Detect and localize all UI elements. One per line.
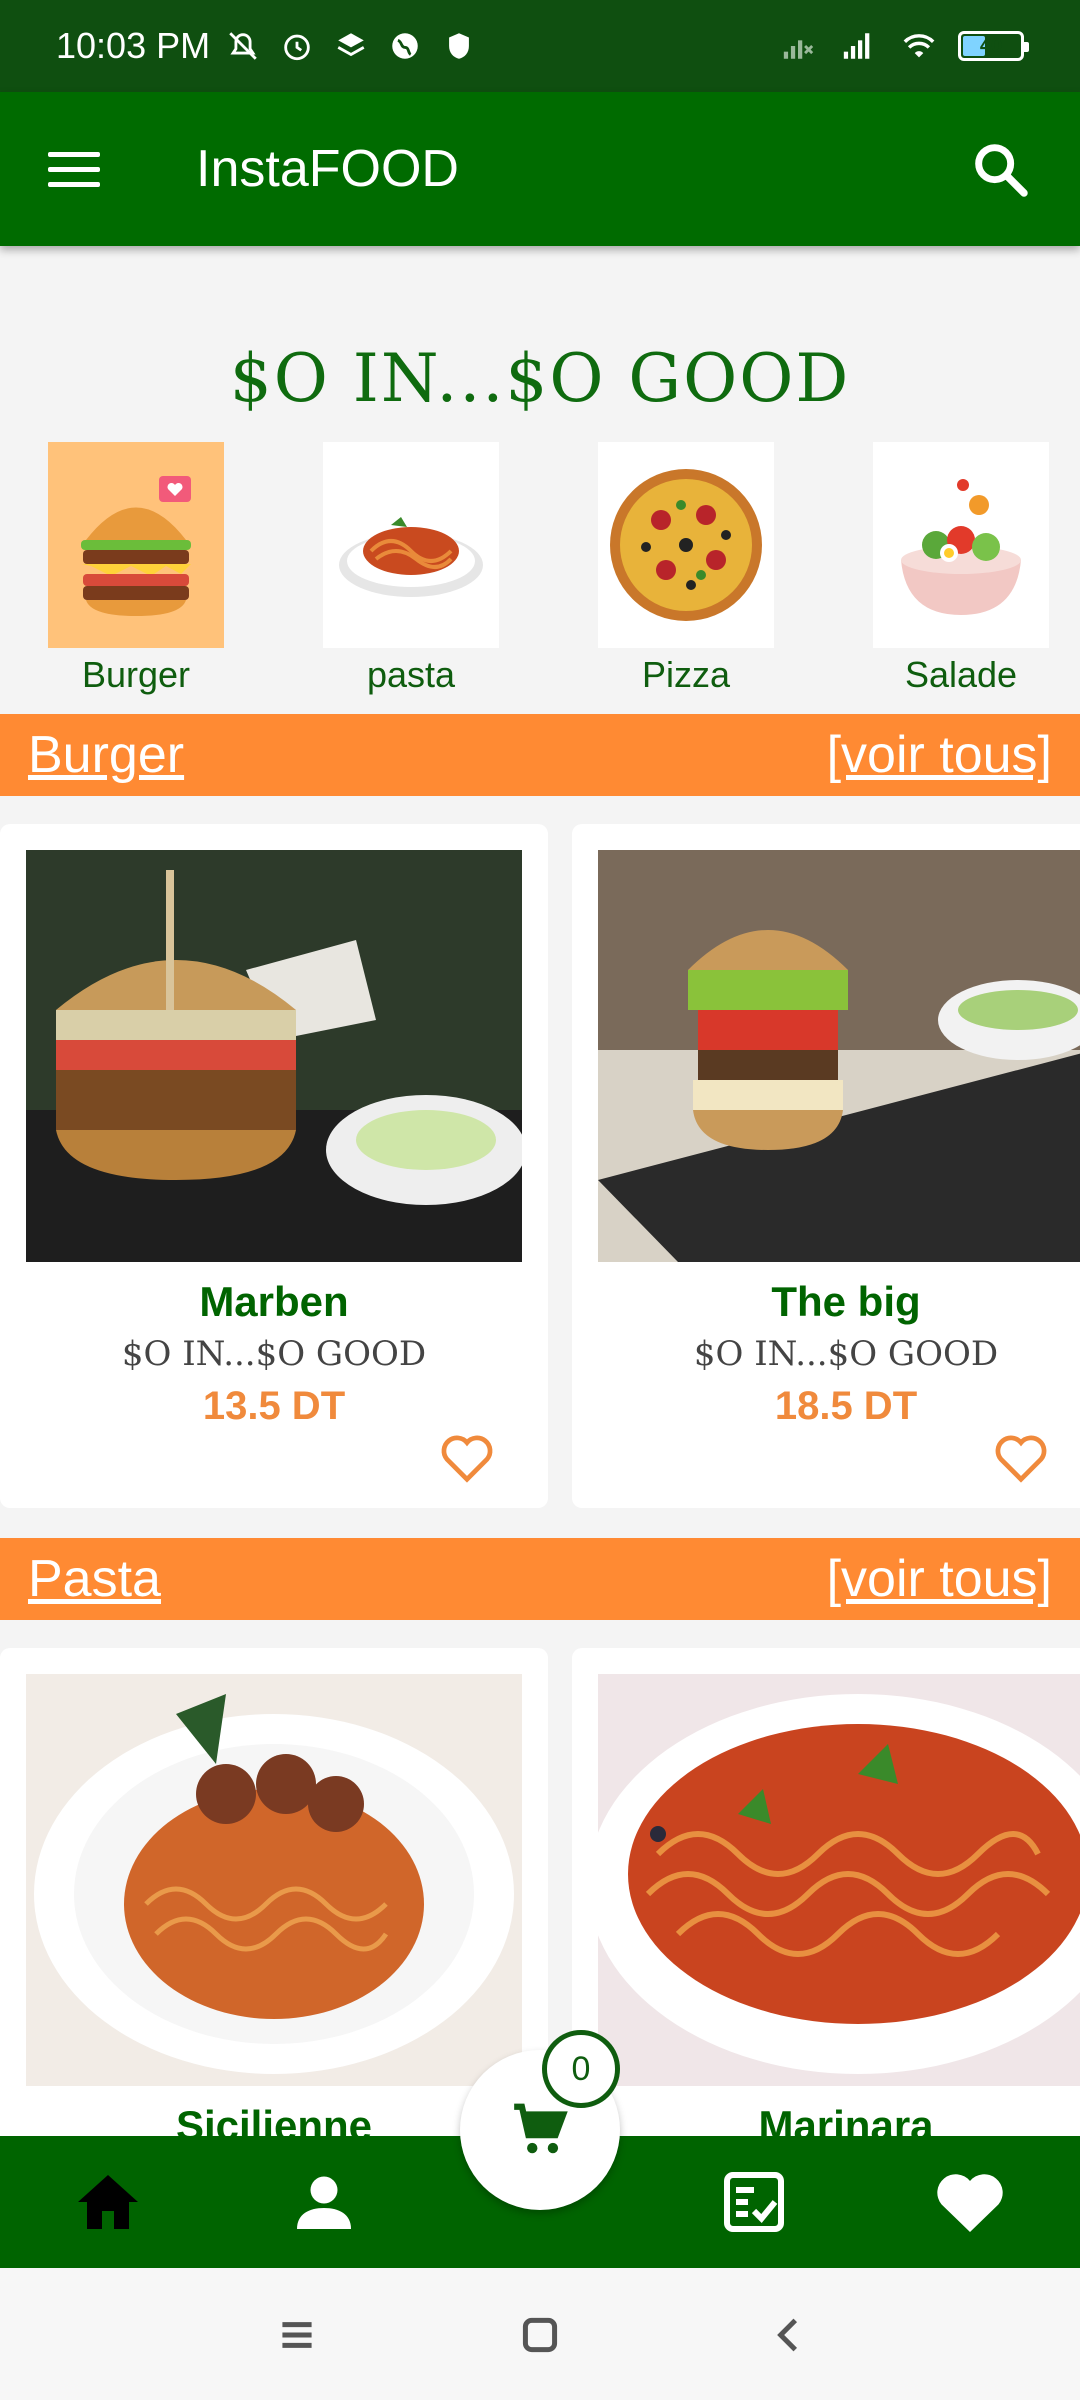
see-all-link[interactable]: [voir tous]	[827, 725, 1052, 785]
search-icon[interactable]	[968, 137, 1032, 201]
slogan: $O IN...$O GOOD	[229, 340, 851, 417]
product-tagline: $O IN...$O GOOD	[693, 1334, 999, 1374]
pizza-image	[598, 442, 774, 648]
product-name: The big	[771, 1278, 921, 1325]
category-label: Pizza	[641, 654, 731, 695]
burger-image	[48, 442, 224, 648]
category-pizza[interactable]: Pizza	[598, 442, 774, 696]
product-card[interactable]: Marben $O IN...$O GOOD 13.5 DT	[0, 824, 548, 1508]
category-label: Burger	[81, 654, 191, 695]
section-header-burger: Burger [voir tous]	[0, 714, 1080, 796]
checklist-icon[interactable]	[718, 2166, 790, 2238]
heart-icon[interactable]	[438, 1432, 496, 1484]
section-header-pasta: Pasta [voir tous]	[0, 1538, 1080, 1620]
cart-count-badge: 0	[542, 2030, 620, 2108]
see-all-link[interactable]: [voir tous]	[827, 1549, 1052, 1609]
product-tagline: $O IN...$O GOOD	[121, 1334, 427, 1374]
signal-icon	[843, 33, 870, 59]
category-salade[interactable]: Salade	[873, 442, 1049, 696]
product-photo	[598, 1674, 1080, 2086]
system-nav-bar	[0, 2268, 1080, 2400]
category-burger[interactable]: Burger	[48, 442, 224, 696]
cart-icon	[514, 2103, 568, 2154]
recent-apps-icon[interactable]	[272, 2310, 322, 2360]
product-card[interactable]: The big $O IN...$O GOOD 18.5 DT	[572, 824, 1080, 1508]
status-time: 10:03 PM	[56, 25, 211, 66]
product-photo	[26, 850, 522, 1262]
section-title[interactable]: Burger	[28, 725, 184, 785]
product-photo	[598, 850, 1080, 1262]
product-name: Marben	[199, 1278, 349, 1325]
layers-icon	[337, 33, 365, 57]
salade-image	[873, 442, 1049, 648]
section-title[interactable]: Pasta	[28, 1549, 161, 1609]
menu-icon[interactable]	[48, 139, 108, 199]
app-title: InstaFOOD	[196, 140, 459, 198]
home-square-icon[interactable]	[515, 2310, 565, 2360]
heart-icon[interactable]	[992, 1432, 1050, 1484]
product-photo	[26, 1674, 522, 2086]
pasta-image	[323, 442, 499, 648]
product-price: 18.5 DT	[774, 1384, 918, 1428]
mute-icon	[229, 32, 257, 60]
globe-icon	[392, 33, 418, 59]
wifi-icon	[903, 34, 935, 58]
product-price: 13.5 DT	[202, 1384, 346, 1428]
category-label: pasta	[366, 654, 456, 695]
back-icon[interactable]	[764, 2310, 814, 2360]
category-list: Burger pasta Pizza Salade	[0, 442, 1080, 702]
battery-level: 40	[979, 34, 1003, 57]
heart-icon[interactable]	[934, 2166, 1006, 2238]
category-pasta[interactable]: pasta	[323, 442, 499, 696]
shield-icon	[449, 33, 470, 59]
person-icon[interactable]	[288, 2166, 360, 2238]
signal-off-icon	[783, 40, 814, 59]
battery-icon: 40	[958, 31, 1029, 61]
alarm-icon	[284, 34, 310, 61]
category-label: Salade	[904, 654, 1018, 695]
status-bar: 10:03 PM 40	[0, 0, 1080, 92]
app-bar: InstaFOOD	[0, 92, 1080, 246]
home-icon[interactable]	[72, 2166, 144, 2238]
